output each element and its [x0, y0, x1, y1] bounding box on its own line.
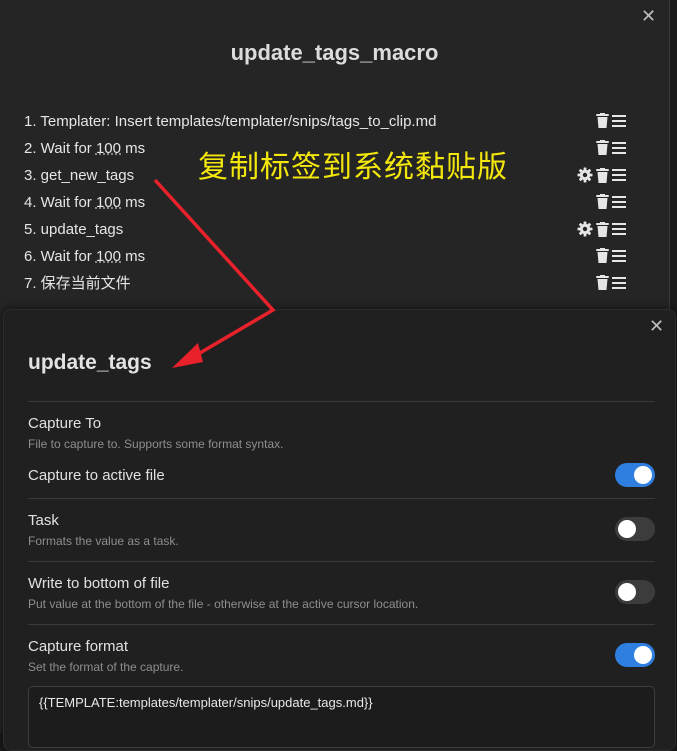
divider	[28, 561, 655, 562]
toggle-knob	[634, 466, 652, 484]
command-label: 5. update_tags	[24, 221, 124, 238]
command-item[interactable]: 6. Wait for 100 ms	[24, 245, 634, 272]
macro-close-icon[interactable]: ✕	[641, 7, 656, 25]
toggle-knob	[634, 646, 652, 664]
drag-handle-icon[interactable]	[612, 169, 626, 181]
capture-close-icon[interactable]: ✕	[649, 317, 664, 335]
drag-handle-icon[interactable]	[612, 223, 626, 235]
capture-to-label: Capture To	[28, 415, 102, 432]
capture-format-value: {{TEMPLATE:templates/templater/snips/upd…	[39, 695, 373, 710]
divider	[28, 624, 655, 625]
capture-format-desc: Set the format of the capture.	[28, 660, 184, 674]
active-file-label: Capture to active file	[28, 467, 165, 484]
capture-to-desc: File to capture to. Supports some format…	[28, 437, 284, 451]
bottom-of-file-label: Write to bottom of file	[28, 575, 170, 592]
drag-handle-icon[interactable]	[612, 249, 626, 262]
toggle-knob	[618, 520, 636, 538]
drag-handle-icon[interactable]	[612, 141, 626, 154]
task-toggle[interactable]	[615, 517, 655, 541]
active-file-toggle[interactable]	[615, 463, 655, 487]
command-label: 6. Wait for	[24, 248, 96, 265]
gear-icon[interactable]	[577, 167, 593, 183]
command-unit: ms	[121, 248, 146, 265]
drag-handle-icon[interactable]	[612, 114, 626, 127]
command-wait-value[interactable]: 100	[96, 140, 121, 157]
divider	[28, 498, 655, 499]
gear-icon[interactable]	[577, 221, 593, 237]
command-item[interactable]: 5. update_tags	[24, 218, 634, 245]
command-label: 7. 保存当前文件	[24, 275, 131, 292]
capture-title: update_tags	[28, 351, 152, 374]
command-label: 4. Wait for	[24, 194, 96, 211]
macro-title: update_tags_macro	[230, 40, 439, 65]
capture-format-input[interactable]: {{TEMPLATE:templates/templater/snips/upd…	[28, 686, 655, 748]
trash-icon[interactable]	[596, 275, 609, 290]
command-item[interactable]: 4. Wait for 100 ms	[24, 191, 634, 218]
command-wait-value[interactable]: 100	[96, 194, 121, 211]
task-desc: Formats the value as a task.	[28, 534, 179, 548]
bottom-of-file-desc: Put value at the bottom of the file - ot…	[28, 597, 419, 611]
toggle-knob	[618, 583, 636, 601]
capture-format-toggle[interactable]	[615, 643, 655, 667]
command-label: 2. Wait for	[24, 140, 96, 157]
bottom-of-file-toggle[interactable]	[615, 580, 655, 604]
drag-handle-icon[interactable]	[612, 195, 626, 208]
command-label: 1. Templater: Insert templates/templater…	[24, 113, 437, 130]
task-label: Task	[28, 512, 59, 529]
command-item[interactable]: 1. Templater: Insert templates/templater…	[24, 110, 634, 137]
capture-format-label: Capture format	[28, 638, 129, 655]
trash-icon[interactable]	[596, 221, 609, 237]
trash-icon[interactable]	[596, 140, 609, 155]
command-item[interactable]: 7. 保存当前文件	[24, 272, 634, 299]
trash-icon[interactable]	[596, 113, 609, 128]
trash-icon[interactable]	[596, 248, 609, 263]
macro-command-list: 1. Templater: Insert templates/templater…	[24, 110, 634, 299]
trash-icon[interactable]	[596, 194, 609, 209]
divider	[28, 401, 655, 402]
trash-icon[interactable]	[596, 167, 609, 183]
command-unit: ms	[121, 140, 146, 157]
drag-handle-icon[interactable]	[612, 276, 626, 289]
command-unit: ms	[121, 194, 146, 211]
command-label: 3. get_new_tags	[24, 167, 135, 184]
annotation-text: 复制标签到系统黏贴版	[198, 151, 508, 184]
command-wait-value[interactable]: 100	[96, 248, 121, 265]
capture-settings-modal: ✕ update_tags Capture To File to capture…	[3, 309, 676, 751]
